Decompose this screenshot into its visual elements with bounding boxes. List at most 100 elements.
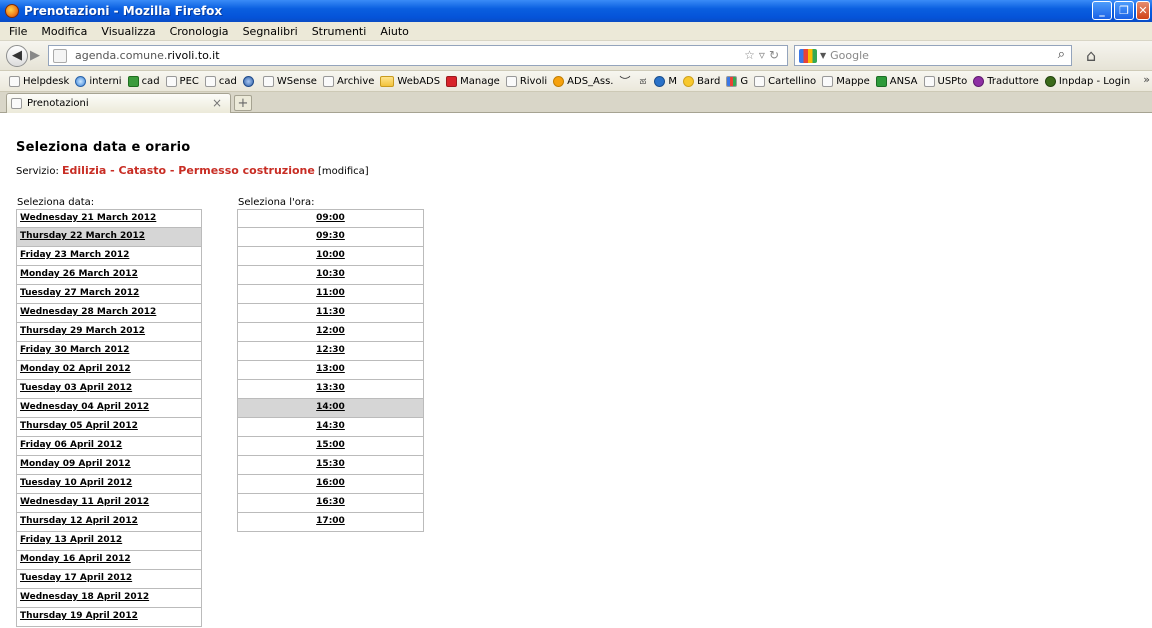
bookmark-label: USPto (937, 75, 968, 87)
dropdown-arrow-icon[interactable]: ▿ (759, 48, 769, 62)
date-option[interactable]: Tuesday 17 April 2012 (16, 570, 202, 589)
bookmark-inpdap[interactable]: Inpdap - Login (1044, 75, 1130, 87)
search-bar[interactable]: ▼ Google ⌕ (794, 45, 1072, 66)
time-option[interactable]: 17:00 (237, 513, 424, 532)
date-option[interactable]: Wednesday 18 April 2012 (16, 589, 202, 608)
date-option[interactable]: Wednesday 28 March 2012 (16, 304, 202, 323)
tab-prenotazioni[interactable]: Prenotazioni × (6, 93, 231, 113)
time-option[interactable]: 14:00 (237, 399, 424, 418)
bookmark-helpdesk[interactable]: Helpdesk (9, 75, 69, 87)
google-search-engine-icon[interactable] (799, 48, 817, 63)
bookmark-m[interactable]: M (654, 75, 678, 87)
reload-icon[interactable]: ↻ (769, 48, 783, 62)
date-option[interactable]: Tuesday 27 March 2012 (16, 285, 202, 304)
date-option[interactable]: Friday 30 March 2012 (16, 342, 202, 361)
back-button[interactable]: ◀ (6, 44, 28, 67)
time-option[interactable]: 16:30 (237, 494, 424, 513)
bookmark-ads-ass[interactable]: ADS_Ass. (553, 75, 613, 87)
date-option[interactable]: Thursday 19 April 2012 (16, 608, 202, 627)
bookmark-uspto[interactable]: USPto (923, 75, 968, 87)
time-option[interactable]: 11:30 (237, 304, 424, 323)
modifica-link[interactable]: [modifica] (315, 166, 369, 177)
date-option[interactable]: Friday 06 April 2012 (16, 437, 202, 456)
date-option[interactable]: Friday 13 April 2012 (16, 532, 202, 551)
date-option[interactable]: Wednesday 11 April 2012 (16, 494, 202, 513)
home-icon[interactable]: ⌂ (1086, 46, 1096, 65)
close-tab-icon[interactable]: × (212, 96, 222, 110)
bookmark-label: Archive (336, 75, 375, 87)
chevron-right-icon[interactable]: » (1143, 73, 1150, 86)
bookmark-bard[interactable]: Bard (683, 75, 720, 87)
date-list: Wednesday 21 March 2012 Thursday 22 March… (16, 209, 202, 627)
url-bar-actions: ☆▿↻ (744, 48, 783, 62)
bookmark-interni[interactable]: interni (75, 75, 122, 87)
menu-strumenti[interactable]: Strumenti (305, 25, 374, 38)
time-option[interactable]: 13:30 (237, 380, 424, 399)
date-option[interactable]: Monday 16 April 2012 (16, 551, 202, 570)
time-option[interactable]: 11:00 (237, 285, 424, 304)
date-option[interactable]: Thursday 12 April 2012 (16, 513, 202, 532)
menu-modifica[interactable]: Modifica (34, 25, 94, 38)
time-option[interactable]: 10:00 (237, 247, 424, 266)
time-option[interactable]: 13:00 (237, 361, 424, 380)
bookmark-manage[interactable]: Manage (446, 75, 500, 87)
date-option[interactable]: Thursday 29 March 2012 (16, 323, 202, 342)
bookmark-wsense[interactable]: WSense (262, 75, 317, 87)
time-option[interactable]: 15:00 (237, 437, 424, 456)
menu-cronologia[interactable]: Cronologia (163, 25, 236, 38)
time-option[interactable]: 12:30 (237, 342, 424, 361)
bookmark-cartellino[interactable]: Cartellino (754, 75, 816, 87)
bookmark-cad-1[interactable]: cad (127, 75, 160, 87)
green-logo-icon (127, 75, 139, 87)
bookmark-label: M (668, 75, 678, 87)
time-option[interactable]: 14:30 (237, 418, 424, 437)
date-option[interactable]: Friday 23 March 2012 (16, 247, 202, 266)
chevron-down-icon[interactable]: ▼ (820, 51, 826, 60)
menu-visualizza[interactable]: Visualizza (94, 25, 162, 38)
bookmark-mappe[interactable]: Mappe (822, 75, 870, 87)
date-option[interactable]: Wednesday 04 April 2012 (16, 399, 202, 418)
bookmark-g[interactable]: G (726, 75, 748, 87)
bookmark-rivoli[interactable]: Rivoli (505, 75, 547, 87)
bookmark-pec[interactable]: PEC (165, 75, 199, 87)
inpdap-icon (1044, 75, 1056, 87)
plus-icon: + (237, 95, 249, 111)
blank-page-icon (923, 75, 935, 87)
menu-file[interactable]: File (0, 25, 34, 38)
date-option[interactable]: Thursday 22 March 2012 (16, 228, 202, 247)
date-option[interactable]: Monday 02 April 2012 (16, 361, 202, 380)
restore-button[interactable]: ❐ (1114, 1, 1134, 20)
url-text[interactable]: agenda.comune.rivoli.to.it (75, 49, 220, 62)
time-option[interactable]: 12:00 (237, 323, 424, 342)
bookmark-webads[interactable]: WebADS (380, 75, 441, 87)
bookmark-bike[interactable]: ಹ (639, 76, 648, 87)
date-option[interactable]: Monday 09 April 2012 (16, 456, 202, 475)
menu-aiuto[interactable]: Aiuto (373, 25, 416, 38)
time-option[interactable]: 09:00 (237, 209, 424, 228)
red-logo-icon (446, 75, 458, 87)
time-option[interactable]: 16:00 (237, 475, 424, 494)
menu-segnalibri[interactable]: Segnalibri (236, 25, 305, 38)
close-button[interactable]: ✕ (1136, 1, 1150, 20)
time-option[interactable]: 09:30 (237, 228, 424, 247)
date-option[interactable]: Monday 26 March 2012 (16, 266, 202, 285)
bookmark-label: WebADS (397, 75, 441, 87)
date-option[interactable]: Wednesday 21 March 2012 (16, 209, 202, 228)
date-option[interactable]: Tuesday 10 April 2012 (16, 475, 202, 494)
bookmark-cad-2[interactable]: cad (204, 75, 237, 87)
date-option[interactable]: Tuesday 03 April 2012 (16, 380, 202, 399)
time-option[interactable]: 10:30 (237, 266, 424, 285)
bookmark-traduttore[interactable]: Traduttore (973, 75, 1039, 87)
forward-button[interactable]: ▶ (26, 47, 44, 65)
bookmark-ansa[interactable]: ANSA (875, 75, 918, 87)
bookmark-archive[interactable]: Archive (322, 75, 375, 87)
minimize-button[interactable]: _ (1092, 1, 1112, 20)
search-icon[interactable]: ⌕ (1058, 47, 1065, 62)
bookmark-star-icon[interactable]: ☆ (744, 48, 759, 62)
time-option[interactable]: 15:30 (237, 456, 424, 475)
url-bar[interactable]: agenda.comune.rivoli.to.it ☆▿↻ (48, 45, 788, 66)
new-tab-button[interactable]: + (234, 95, 252, 111)
date-option[interactable]: Thursday 05 April 2012 (16, 418, 202, 437)
bookmark-mustache[interactable]: ︶ (619, 73, 633, 89)
bookmark-gear[interactable] (242, 75, 257, 87)
